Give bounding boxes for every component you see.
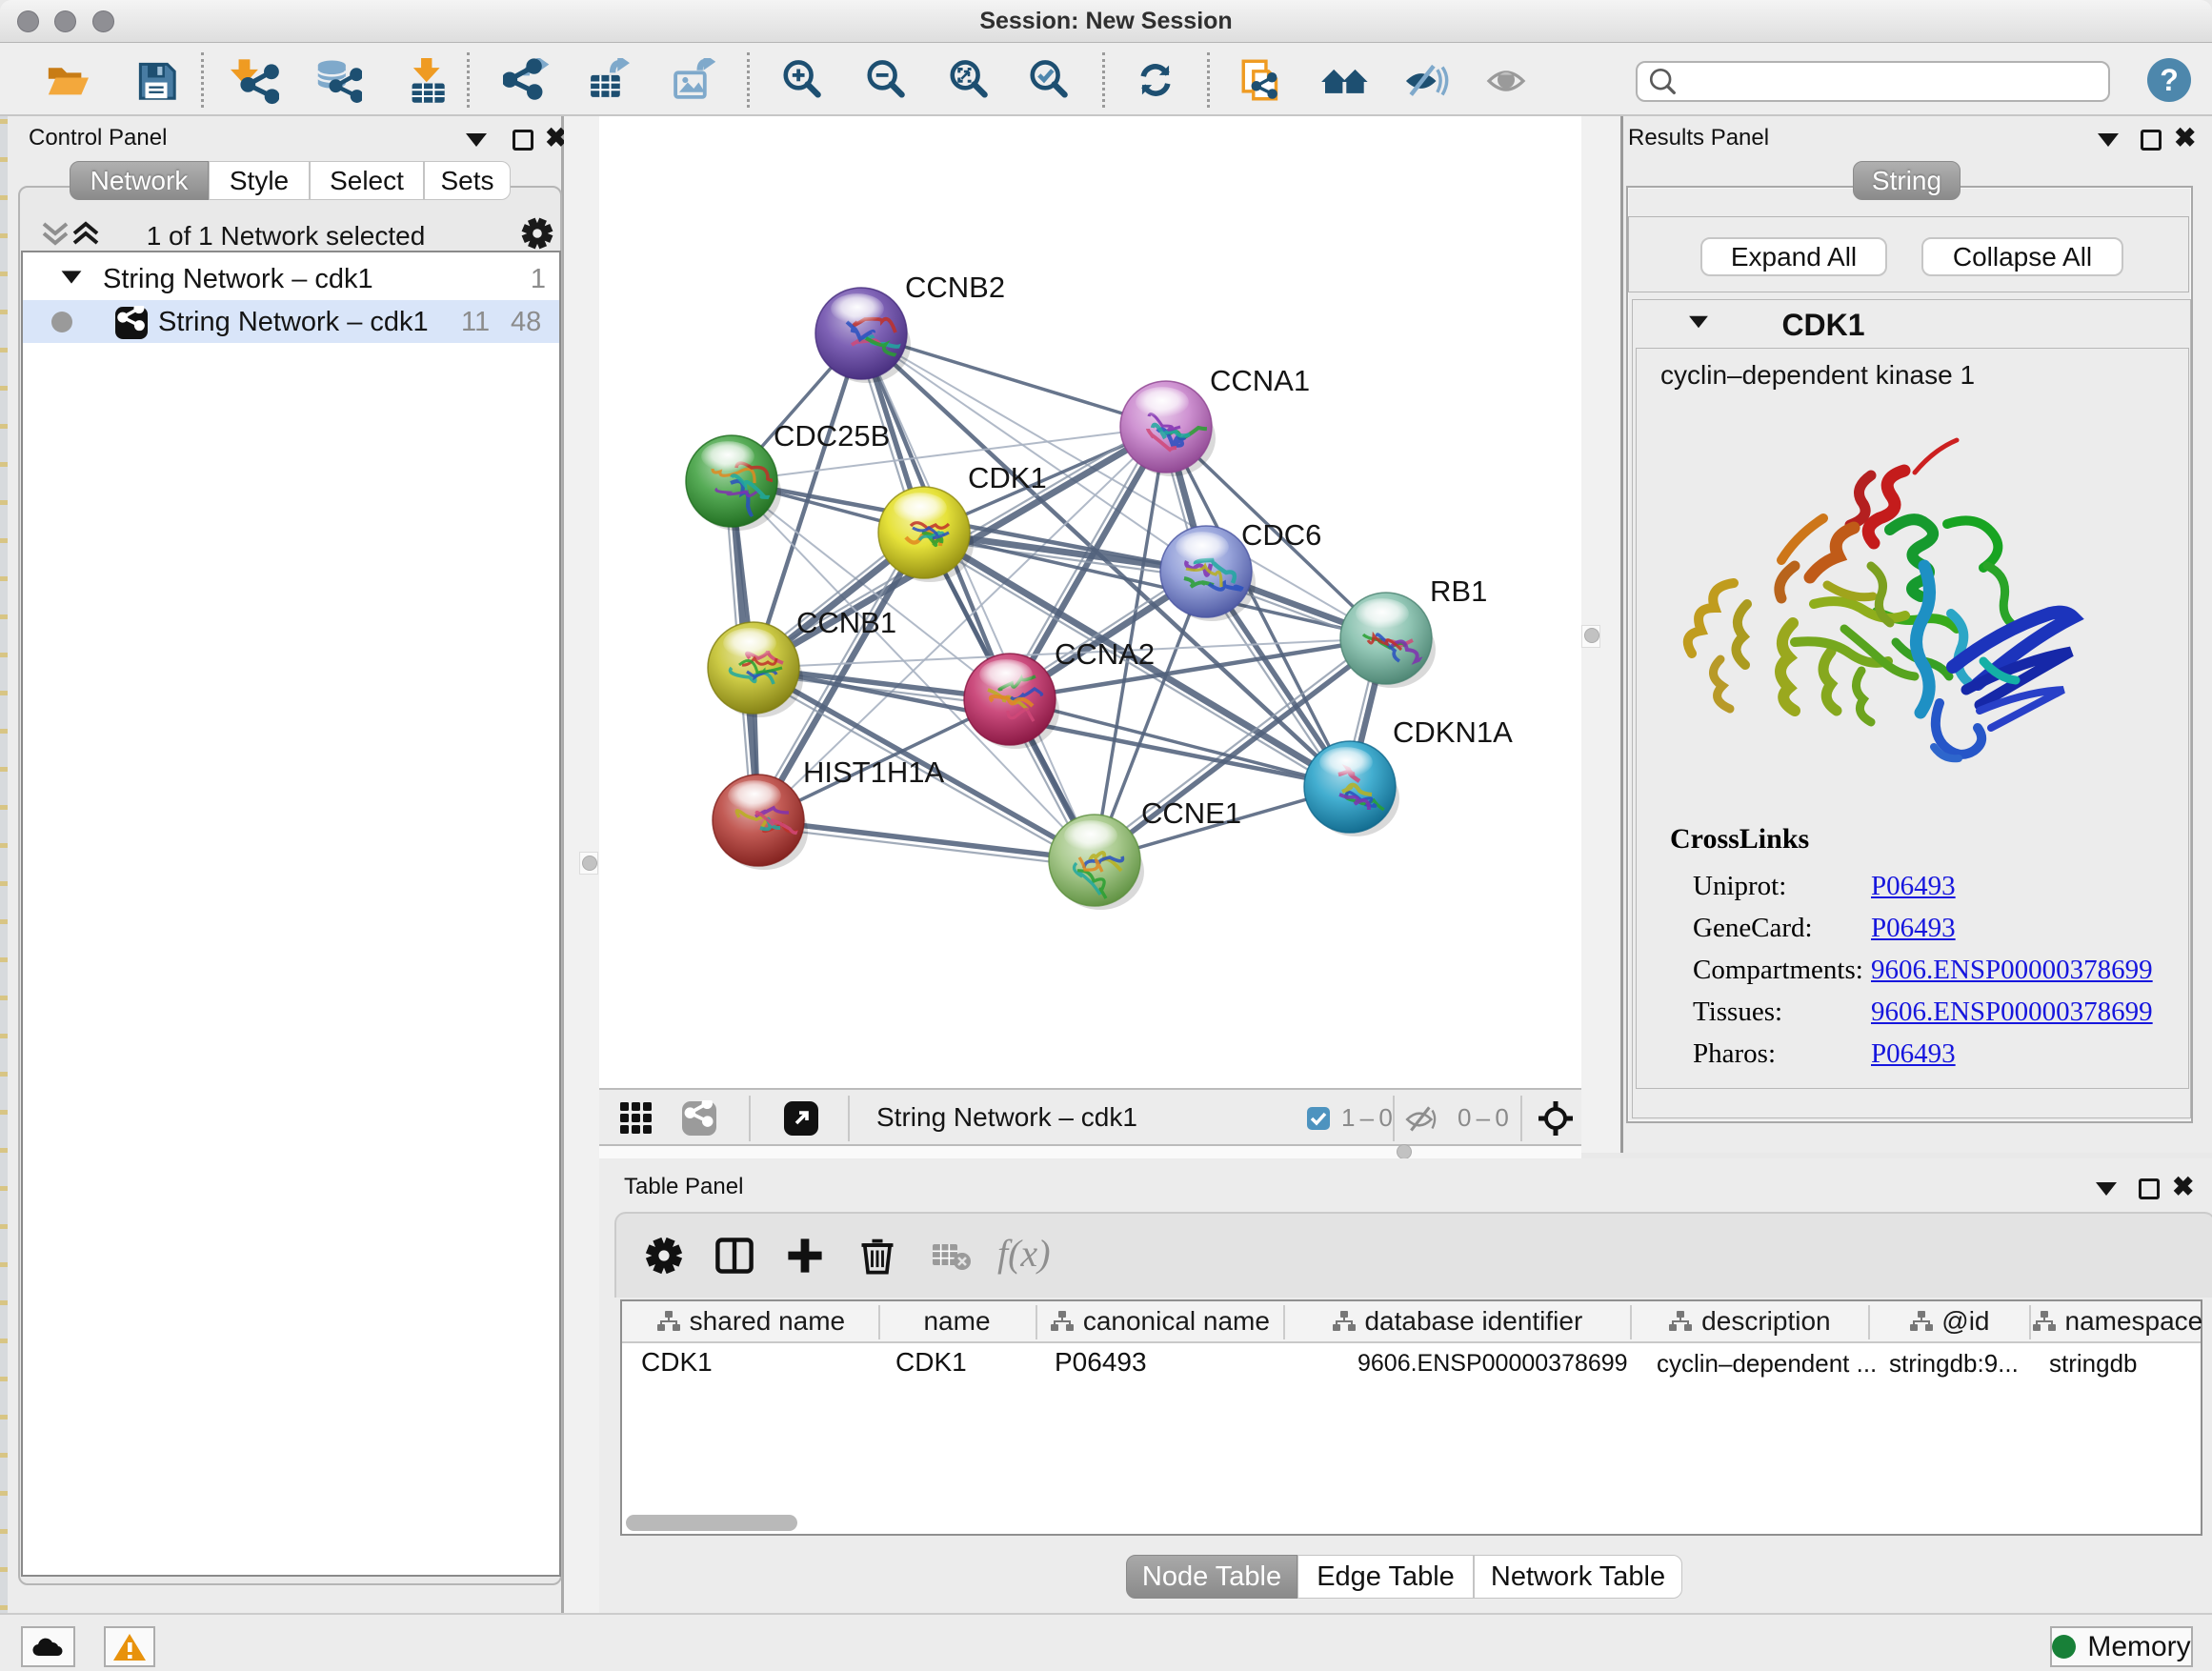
svg-text:CCNB2: CCNB2 — [905, 271, 1005, 304]
svg-text:CCNA2: CCNA2 — [1055, 637, 1155, 671]
svg-text:RB1: RB1 — [1430, 574, 1487, 608]
svg-text:CCNE1: CCNE1 — [1141, 796, 1241, 830]
svg-text:CDKN1A: CDKN1A — [1393, 715, 1513, 749]
svg-text:CCNA1: CCNA1 — [1210, 364, 1310, 397]
svg-text:CCNB1: CCNB1 — [796, 606, 896, 639]
svg-text:HIST1H1A: HIST1H1A — [803, 755, 944, 789]
svg-text:CDC25B: CDC25B — [774, 419, 890, 453]
svg-text:CDC6: CDC6 — [1241, 518, 1321, 552]
svg-text:CDK1: CDK1 — [968, 461, 1047, 494]
